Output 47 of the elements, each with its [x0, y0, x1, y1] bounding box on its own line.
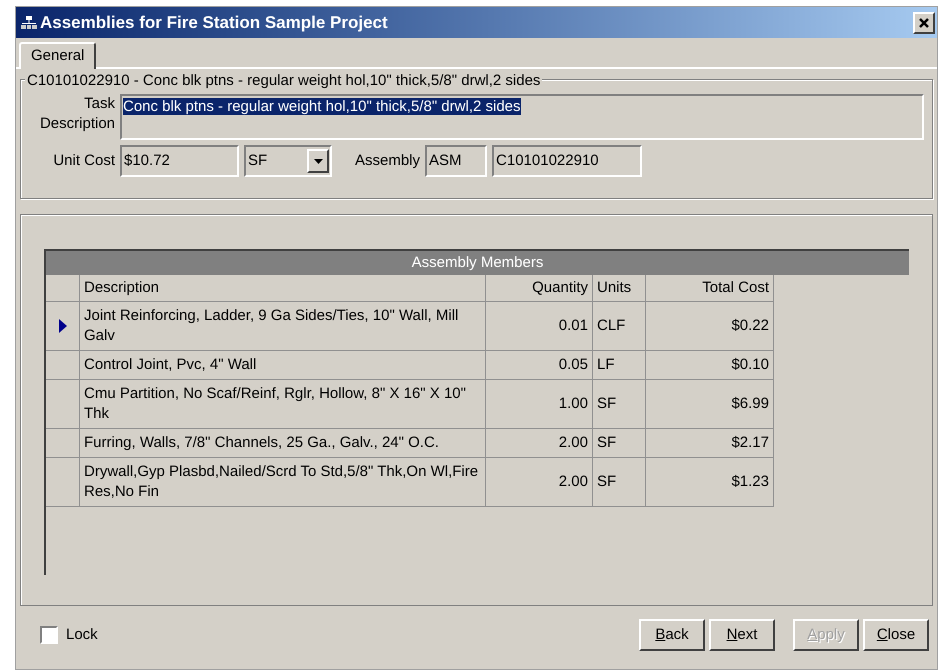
field-label: Assembly — [355, 150, 420, 171]
lock-checkbox[interactable] — [40, 626, 58, 644]
window-title: Assemblies for Fire Station Sample Project — [40, 12, 389, 34]
column-header[interactable]: Description — [80, 275, 486, 302]
close-icon — [918, 16, 930, 28]
table-cell: $0.22 — [646, 302, 774, 351]
table-cell: $0.10 — [646, 351, 774, 380]
field-label: Task Description — [38, 94, 115, 134]
table-cell: 0.05 — [486, 351, 593, 380]
current-row-arrow-icon — [58, 319, 66, 333]
unit-cost-field[interactable]: $10.72 — [120, 145, 239, 177]
dropdown-arrow-icon — [314, 158, 322, 164]
table-cell: CLF — [593, 302, 646, 351]
table-cell: Furring, Walls, 7/8" Channels, 25 Ga., Galv., 24" O.C. — [80, 429, 486, 458]
table-cell: SF — [593, 380, 646, 429]
close-button[interactable] — [913, 12, 935, 34]
table-cell: Joint Reinforcing, Ladder, 9 Ga Sides/Ties, 10" Wall, Mill Galv — [80, 302, 486, 351]
table-cell: Drywall,Gyp Plasbd,Nailed/Scrd To Std,5/8" Thk,On Wl,Fire Res,No Fin — [80, 458, 486, 507]
table-cell: $1.23 — [646, 458, 774, 507]
assembly-code-field[interactable]: C10101022910 — [492, 145, 642, 177]
table-cell: SF — [593, 429, 646, 458]
table-cell: Cmu Partition, No Scaf/Reinf, Rglr, Hollow, 8" X 16" X 10" Thk — [80, 380, 486, 429]
field-label: Unit Cost — [52, 150, 115, 171]
table-cell: 0.01 — [486, 302, 593, 351]
table-cell: 1.00 — [486, 380, 593, 429]
column-header[interactable]: Quantity — [486, 275, 593, 302]
table-cell: 2.00 — [486, 429, 593, 458]
task-description-field[interactable]: Conc blk ptns - regular weight hol,10" thick,5/8" drwl,2 sides — [120, 94, 924, 140]
grid-title: Assembly Members — [46, 251, 909, 275]
hierarchy-icon — [20, 14, 38, 30]
row-indicator[interactable] — [46, 302, 80, 351]
table-cell: 2.00 — [486, 458, 593, 507]
corner-header-cell — [46, 275, 80, 302]
table-cell: $6.99 — [646, 380, 774, 429]
dialog-button[interactable]: Next — [709, 619, 775, 651]
table-cell: SF — [593, 458, 646, 507]
tab[interactable]: General — [19, 42, 96, 69]
checkbox-label: Lock — [66, 624, 98, 645]
dialog-button[interactable]: Close — [863, 619, 929, 651]
column-header[interactable]: Total Cost — [646, 275, 774, 302]
dialog-button[interactable]: Back — [639, 619, 705, 651]
table-cell: LF — [593, 351, 646, 380]
table-cell: Control Joint, Pvc, 4" Wall — [80, 351, 486, 380]
column-header[interactable]: Units — [593, 275, 646, 302]
table-cell: $2.17 — [646, 429, 774, 458]
unit-dropdown[interactable]: SF — [244, 145, 332, 177]
assembly-type-field[interactable]: ASM — [425, 145, 488, 177]
